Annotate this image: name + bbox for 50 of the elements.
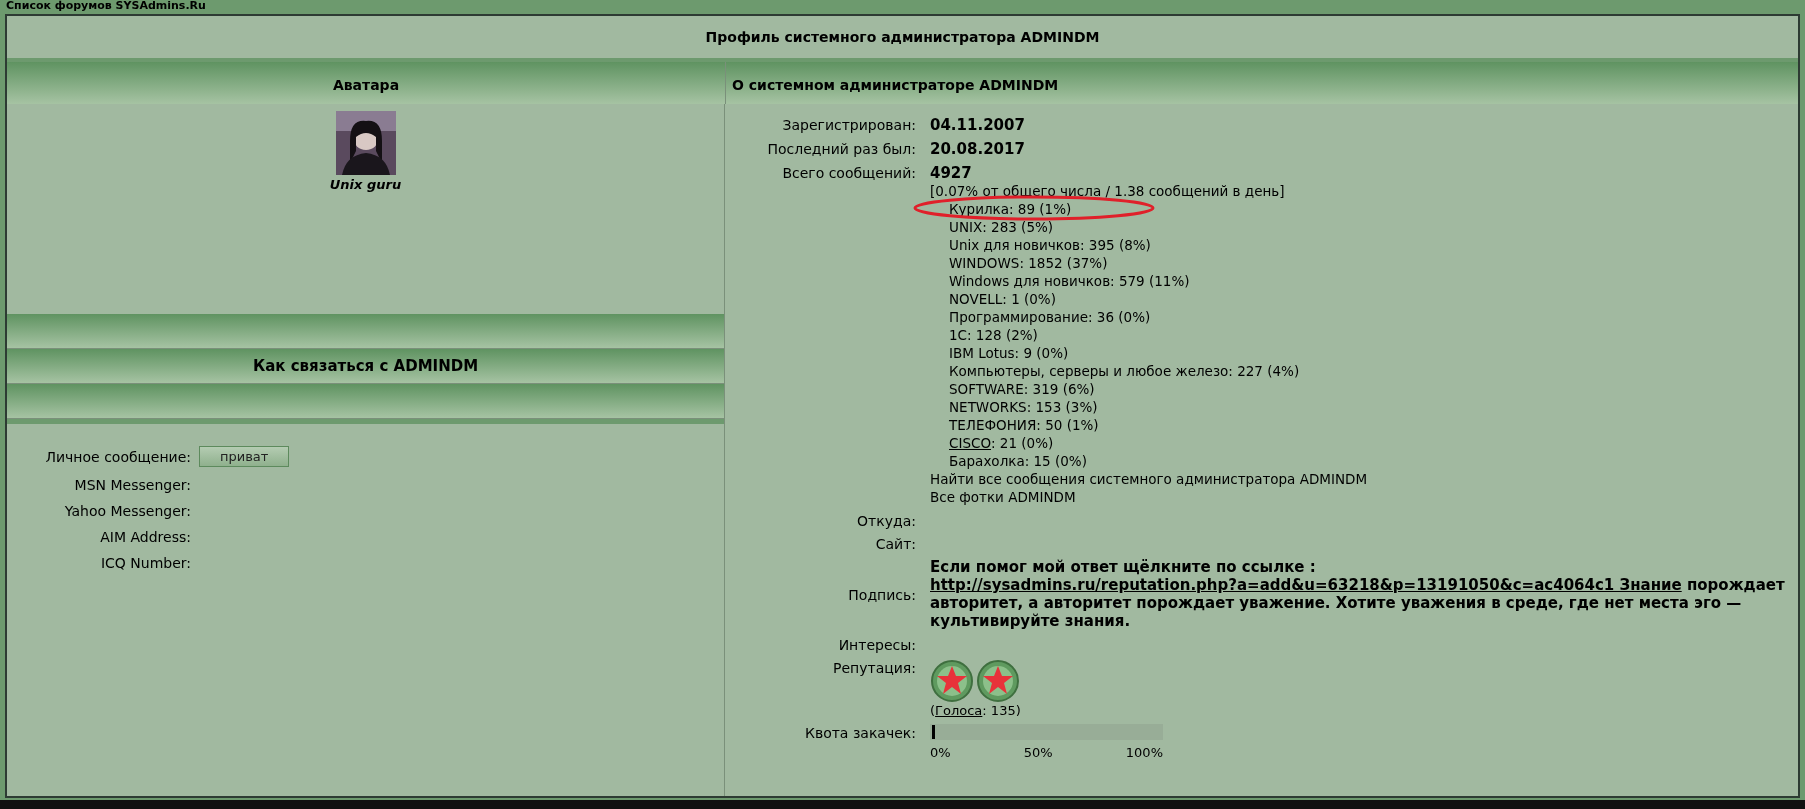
forum-post-count: NOVELL: 1 (0%) (949, 290, 1056, 308)
votes-link[interactable]: Голоса (935, 703, 983, 718)
forum-post-count: 1C: 128 (2%) (949, 326, 1038, 344)
scale-label: 100% (1125, 745, 1163, 760)
reputation-link[interactable]: http://sysadmins.ru/reputation.php?a=add&u=63218&p=13191050&c=ac4064c1 Знание (930, 576, 1682, 594)
field-label: Откуда: (856, 512, 916, 529)
field-label: Всего сообщений: (781, 164, 916, 183)
forum-post-count: Unix для новичков: 395 (8%) (949, 236, 1151, 254)
forum-post-count: Программирование: 36 (0%) (949, 308, 1151, 326)
star-medal-icon (976, 659, 1020, 703)
field-label: Сайт: (874, 535, 916, 552)
forum-list-title: Список форумов SYSAdmins.Ru (6, 0, 206, 12)
forum-post-count: Барахолка: 15 (0%) (949, 452, 1087, 470)
forum-post-count: IBM Lotus: 9 (0%) (949, 344, 1069, 362)
star-medal-icon (930, 659, 974, 703)
column-header: О системном администраторе ADMINDM (725, 62, 1798, 104)
forum-post-count: NETWORKS: 153 (3%) (949, 398, 1098, 416)
field-label: Квота закачек: (803, 724, 916, 743)
posts-stats: [0.07% от общего числа / 1.38 сообщений в день] (930, 182, 1286, 200)
field-label: Зарегистрирован: (781, 116, 916, 134)
scale-label: 0% (930, 745, 951, 760)
field-value: 04.11.2007 (930, 116, 1026, 134)
forum-post-count: UNIX: 283 (5%) (949, 218, 1054, 236)
photos-link[interactable]: Все фотки ADMINDM (930, 488, 1792, 506)
forum-post-count: Курилка: 89 (1%) (949, 200, 1072, 218)
find-posts-link[interactable]: Найти все сообщения системного администратора ADMINDM (930, 470, 1792, 488)
forum-post-count: : 21 (0%) (991, 434, 1054, 452)
votes-text: (Голоса: 135) (930, 703, 1022, 718)
forum-post-count: WINDOWS: 1852 (37%) (949, 254, 1108, 272)
scale-label: 50% (1023, 745, 1053, 760)
forum-post-count: ТЕЛЕФОНИЯ: 50 (1%) (949, 416, 1099, 434)
section-title-bar: Как связаться с ADMINDM (7, 349, 724, 384)
private-message-button[interactable]: приват (199, 446, 290, 467)
column-header: Аватара (331, 76, 401, 95)
forum-post-count: Windows для новичков: 579 (11%) (949, 272, 1190, 290)
forum-post-count: Компьютеры, серверы и любое железо: 227 (4%) (949, 362, 1300, 380)
field-value: 20.08.2017 (930, 140, 1026, 158)
field-label: Yahoo Messenger: (63, 503, 191, 519)
forum-post-count: SOFTWARE: 319 (6%) (949, 380, 1095, 398)
field-label: AIM Address: (99, 529, 191, 545)
field-label: Подпись: (847, 585, 916, 603)
signature-text: Если помог мой ответ щёлкните по ссылке : http://sysadmins.ru/reputation.php?a=add&u=63218&p=13191050&c=ac4064c1 Знание порождает авторитет, а авторитет порождает уважение. Хотите уважения в среде, где нет места эго — культивируйте знания. (930, 558, 1786, 630)
field-label: Последний раз был: (766, 140, 916, 158)
field-value: 4927 (930, 164, 973, 182)
field-label: ICQ Number: (99, 555, 191, 571)
field-label: Личное сообщение: (44, 448, 191, 465)
field-label: Интересы: (837, 636, 916, 653)
field-label: MSN Messenger: (73, 477, 191, 493)
field-label: Репутация: (832, 659, 916, 678)
user-rank: Unix guru (329, 177, 402, 192)
